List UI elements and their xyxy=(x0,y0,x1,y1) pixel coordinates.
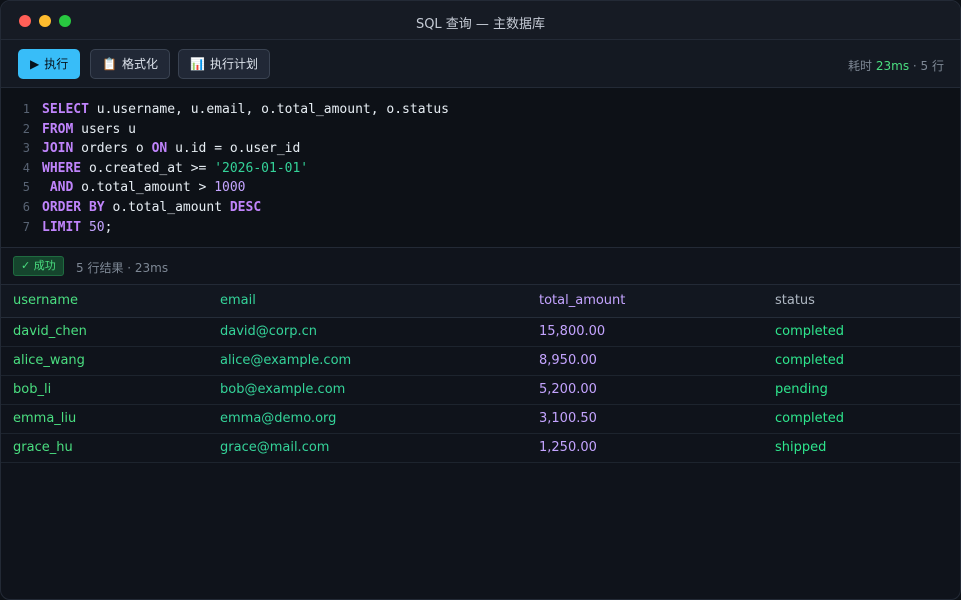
result-summary: 5 行结果 · 23ms xyxy=(76,261,169,275)
line-number: 2 xyxy=(22,121,30,136)
code-token: ON xyxy=(151,141,168,157)
cell-username[interactable]: bob_li xyxy=(1,375,208,405)
sql-query-window: SQL 查询 — 主数据库 ▶ 执行 📋 格式化 📊 执行计划 耗时 23ms … xyxy=(0,0,961,600)
code-token: u.username, u.email, o.total_amount, o.s… xyxy=(88,102,449,117)
table-header-row: username email total_amount status xyxy=(1,285,960,318)
code-token: JOIN xyxy=(42,141,74,157)
execution-plan-button[interactable]: 📊 执行计划 xyxy=(178,49,270,79)
code-token: users u xyxy=(73,121,136,137)
cell-status[interactable]: completed xyxy=(763,404,960,434)
clipboard-icon: 📋 xyxy=(102,57,117,71)
code-token: SELECT xyxy=(42,102,89,117)
cell-username[interactable]: alice_wang xyxy=(1,346,208,376)
run-button[interactable]: ▶ 执行 xyxy=(18,49,81,79)
column-header-total-amount[interactable]: total_amount xyxy=(527,285,763,318)
cell-username[interactable]: david_chen xyxy=(1,317,208,347)
run-button-label: 执行 xyxy=(44,57,69,71)
cell-email[interactable]: grace@mail.com xyxy=(208,433,527,463)
cell-total-amount[interactable]: 1,250.00 xyxy=(527,433,763,463)
cell-total-amount[interactable]: 3,100.50 xyxy=(527,404,763,434)
code-line[interactable]: 4 WHERE o.created_at >= '2026-01-01' xyxy=(1,159,960,179)
code-token: o.created_at >= xyxy=(81,160,215,176)
code-token: 1000 xyxy=(214,180,246,196)
code-token: AND xyxy=(49,180,74,196)
code-token: DESC xyxy=(229,199,262,215)
code-token: o.total_amount > xyxy=(73,180,215,196)
code-line[interactable]: 2 FROM users u xyxy=(1,120,960,140)
stats-suffix: · 5 行 xyxy=(909,59,944,73)
code-token: LIMIT xyxy=(42,219,82,235)
line-number: 6 xyxy=(22,199,30,214)
result-status-bar: ✓ 成功 5 行结果 · 23ms xyxy=(1,248,960,285)
title-bar: SQL 查询 — 主数据库 xyxy=(1,1,960,40)
line-number: 1 xyxy=(22,102,30,116)
column-header-email[interactable]: email xyxy=(208,285,527,318)
cell-email[interactable]: emma@demo.org xyxy=(208,404,527,434)
code-line[interactable]: 1 SELECT u.username, u.email, o.total_amo… xyxy=(1,100,960,120)
cell-email[interactable]: alice@example.com xyxy=(208,346,527,376)
cell-status[interactable]: completed xyxy=(763,317,960,347)
table-row[interactable]: bob_li bob@example.com 5,200.00 pending xyxy=(1,375,960,405)
code-line[interactable]: 7 LIMIT 50; xyxy=(1,218,960,238)
stats-time: 23ms xyxy=(875,59,910,73)
cell-email[interactable]: david@corp.cn xyxy=(208,317,527,347)
column-header-status[interactable]: status xyxy=(763,285,960,318)
table-row[interactable]: grace_hu grace@mail.com 1,250.00 shipped xyxy=(1,433,960,463)
cell-username[interactable]: grace_hu xyxy=(1,433,208,463)
code-token: ORDER BY xyxy=(42,199,105,215)
code-line[interactable]: 6 ORDER BY o.total_amount DESC xyxy=(1,198,960,218)
table-row[interactable]: emma_liu emma@demo.org 3,100.50 complete… xyxy=(1,404,960,434)
cell-status[interactable]: pending xyxy=(763,375,960,405)
table-row[interactable]: alice_wang alice@example.com 8,950.00 co… xyxy=(1,346,960,376)
format-button[interactable]: 📋 格式化 xyxy=(90,49,170,79)
cell-total-amount[interactable]: 8,950.00 xyxy=(527,346,763,376)
cell-status[interactable]: completed xyxy=(763,346,960,376)
results-table: username email total_amount status david… xyxy=(1,285,960,463)
line-number: 5 xyxy=(22,180,30,195)
success-badge: ✓ 成功 xyxy=(13,256,64,276)
code-token: u.id = o.user_id xyxy=(167,141,301,157)
cell-total-amount[interactable]: 15,800.00 xyxy=(527,317,763,347)
code-token: 50 xyxy=(88,219,105,235)
line-number: 3 xyxy=(22,141,30,156)
cell-total-amount[interactable]: 5,200.00 xyxy=(527,375,763,405)
query-stats: 耗时 23ms · 5 行 xyxy=(848,57,944,74)
execution-plan-button-label: 执行计划 xyxy=(209,57,258,71)
code-token: orders o xyxy=(73,141,152,157)
code-token: FROM xyxy=(42,121,74,137)
code-token: '2026-01-01' xyxy=(214,160,309,176)
code-token: o.total_amount xyxy=(104,199,230,215)
line-number: 7 xyxy=(22,219,30,234)
code-token: ; xyxy=(104,219,113,235)
play-icon: ▶ xyxy=(30,57,40,71)
code-line[interactable]: 3 JOIN orders o ON u.id = o.user_id xyxy=(1,139,960,159)
cell-status[interactable]: shipped xyxy=(763,433,960,463)
toolbar: ▶ 执行 📋 格式化 📊 执行计划 耗时 23ms · 5 行 xyxy=(1,40,960,88)
table-row[interactable]: david_chen david@corp.cn 15,800.00 compl… xyxy=(1,317,960,347)
sql-editor[interactable]: 1 SELECT u.username, u.email, o.total_amo… xyxy=(1,88,960,248)
bar-chart-icon: 📊 xyxy=(190,57,205,71)
format-button-label: 格式化 xyxy=(121,57,158,71)
window-title: SQL 查询 — 主数据库 xyxy=(415,17,546,32)
cell-email[interactable]: bob@example.com xyxy=(208,375,527,405)
line-number: 4 xyxy=(22,160,30,175)
code-token: WHERE xyxy=(42,160,82,176)
column-header-username[interactable]: username xyxy=(1,285,208,318)
cell-username[interactable]: emma_liu xyxy=(1,404,208,434)
code-line[interactable]: 5 AND o.total_amount > 1000 xyxy=(1,178,960,198)
stats-prefix: 耗时 xyxy=(848,59,876,73)
